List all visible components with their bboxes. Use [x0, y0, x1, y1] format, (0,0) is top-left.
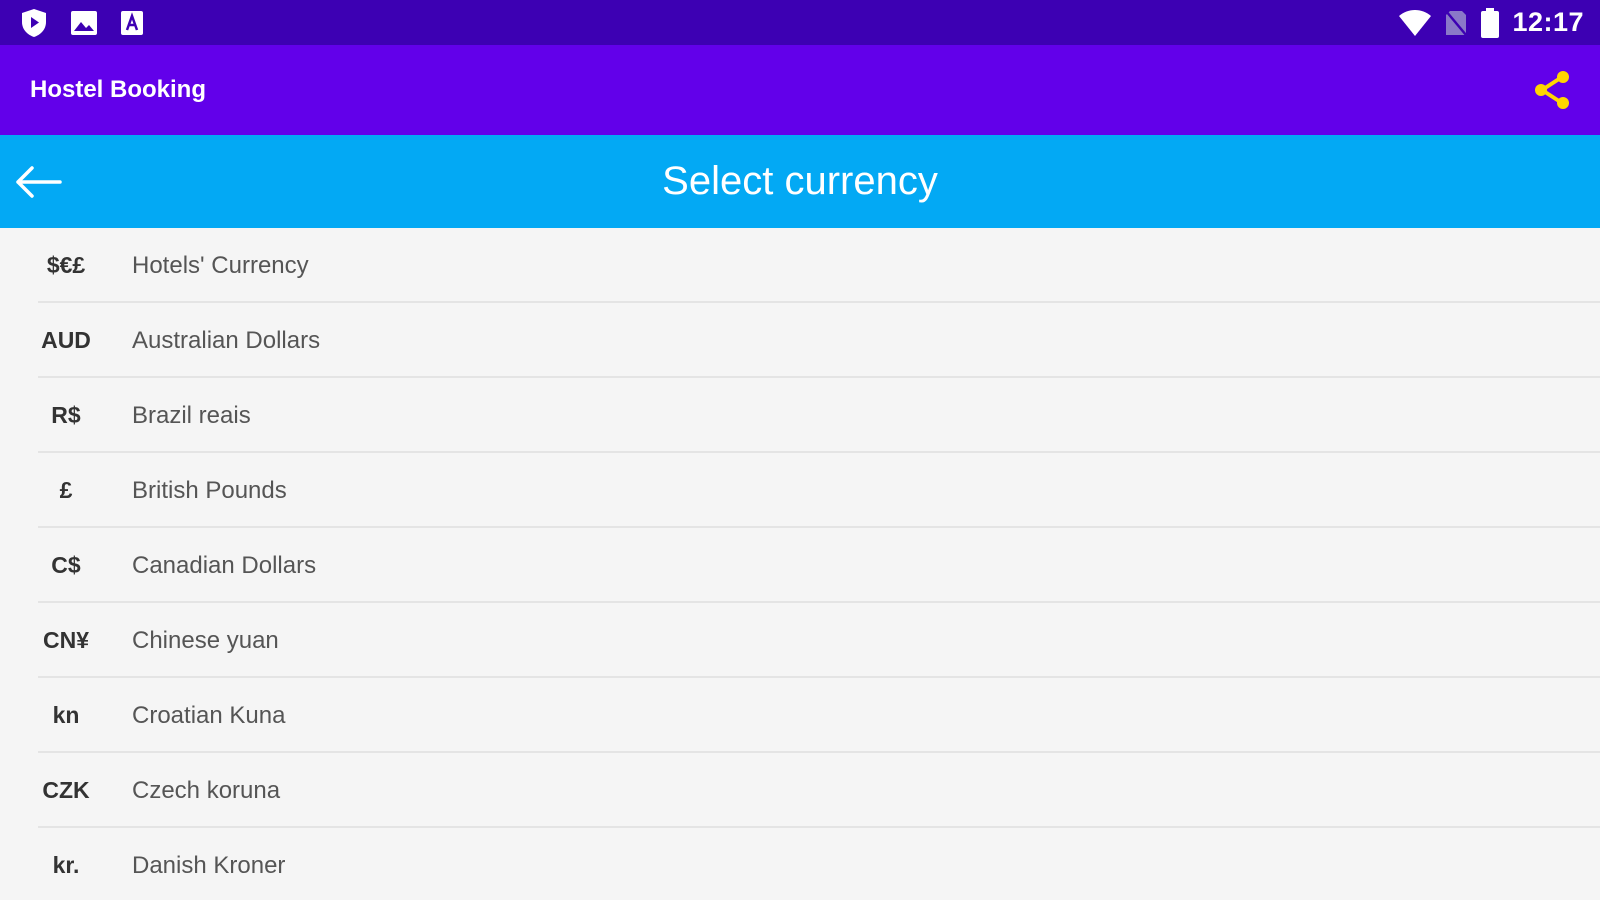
text-a-icon — [120, 10, 144, 36]
currency-name: Croatian Kuna — [132, 701, 286, 729]
notification-icons — [20, 8, 144, 38]
currency-symbol: $€£ — [46, 252, 86, 278]
currency-name: Hotels' Currency — [132, 251, 309, 279]
currency-name: Danish Kroner — [132, 851, 286, 879]
clock: 12:17 — [1512, 7, 1584, 37]
system-icons: 12:17 — [1398, 7, 1584, 38]
currency-symbol: kr. — [52, 852, 80, 878]
screen-title: Select currency — [662, 159, 938, 203]
shield-icon — [20, 8, 48, 38]
currency-row-dkk[interactable]: kr. Danish Kroner — [0, 828, 1600, 900]
currency-name: Czech koruna — [132, 776, 281, 804]
currency-symbol: CZK — [42, 777, 90, 803]
currency-symbol: kn — [52, 702, 80, 728]
currency-row-czk[interactable]: CZK Czech koruna — [0, 753, 1600, 828]
arrow-left-icon — [16, 166, 62, 198]
currency-symbol: C$ — [51, 552, 81, 578]
currency-row-cad[interactable]: C$ Canadian Dollars — [0, 528, 1600, 603]
currency-row-brl[interactable]: R$ Brazil reais — [0, 378, 1600, 453]
share-button[interactable] — [1530, 68, 1574, 112]
currency-symbol: CN¥ — [42, 627, 89, 653]
currency-name: Canadian Dollars — [132, 551, 317, 579]
wifi-icon — [1398, 9, 1432, 37]
share-icon — [1535, 71, 1569, 109]
currency-symbol: R$ — [51, 402, 81, 428]
status-bar: 12:17 — [0, 0, 1600, 45]
app-title: Hostel Booking — [30, 76, 207, 103]
currency-row-cny[interactable]: CN¥ Chinese yuan — [0, 603, 1600, 678]
currency-row-hrk[interactable]: kn Croatian Kuna — [0, 678, 1600, 753]
currency-name: British Pounds — [132, 476, 287, 504]
currency-row-gbp[interactable]: £ British Pounds — [0, 453, 1600, 528]
sub-toolbar: Select currency — [0, 135, 1600, 228]
currency-list: $€£ Hotels' Currency AUD Australian Doll… — [0, 228, 1600, 900]
currency-name: Australian Dollars — [132, 326, 321, 354]
currency-name: Chinese yuan — [132, 626, 279, 654]
currency-row-aud[interactable]: AUD Australian Dollars — [0, 303, 1600, 378]
no-sim-icon — [1444, 9, 1468, 37]
app-bar: Hostel Booking — [0, 45, 1600, 135]
currency-row-hotels[interactable]: $€£ Hotels' Currency — [0, 228, 1600, 303]
battery-icon — [1480, 7, 1500, 38]
image-icon — [70, 10, 98, 36]
currency-name: Brazil reais — [132, 401, 251, 429]
back-button[interactable] — [10, 157, 66, 207]
currency-symbol: £ — [59, 477, 73, 503]
currency-symbol: AUD — [41, 327, 91, 353]
